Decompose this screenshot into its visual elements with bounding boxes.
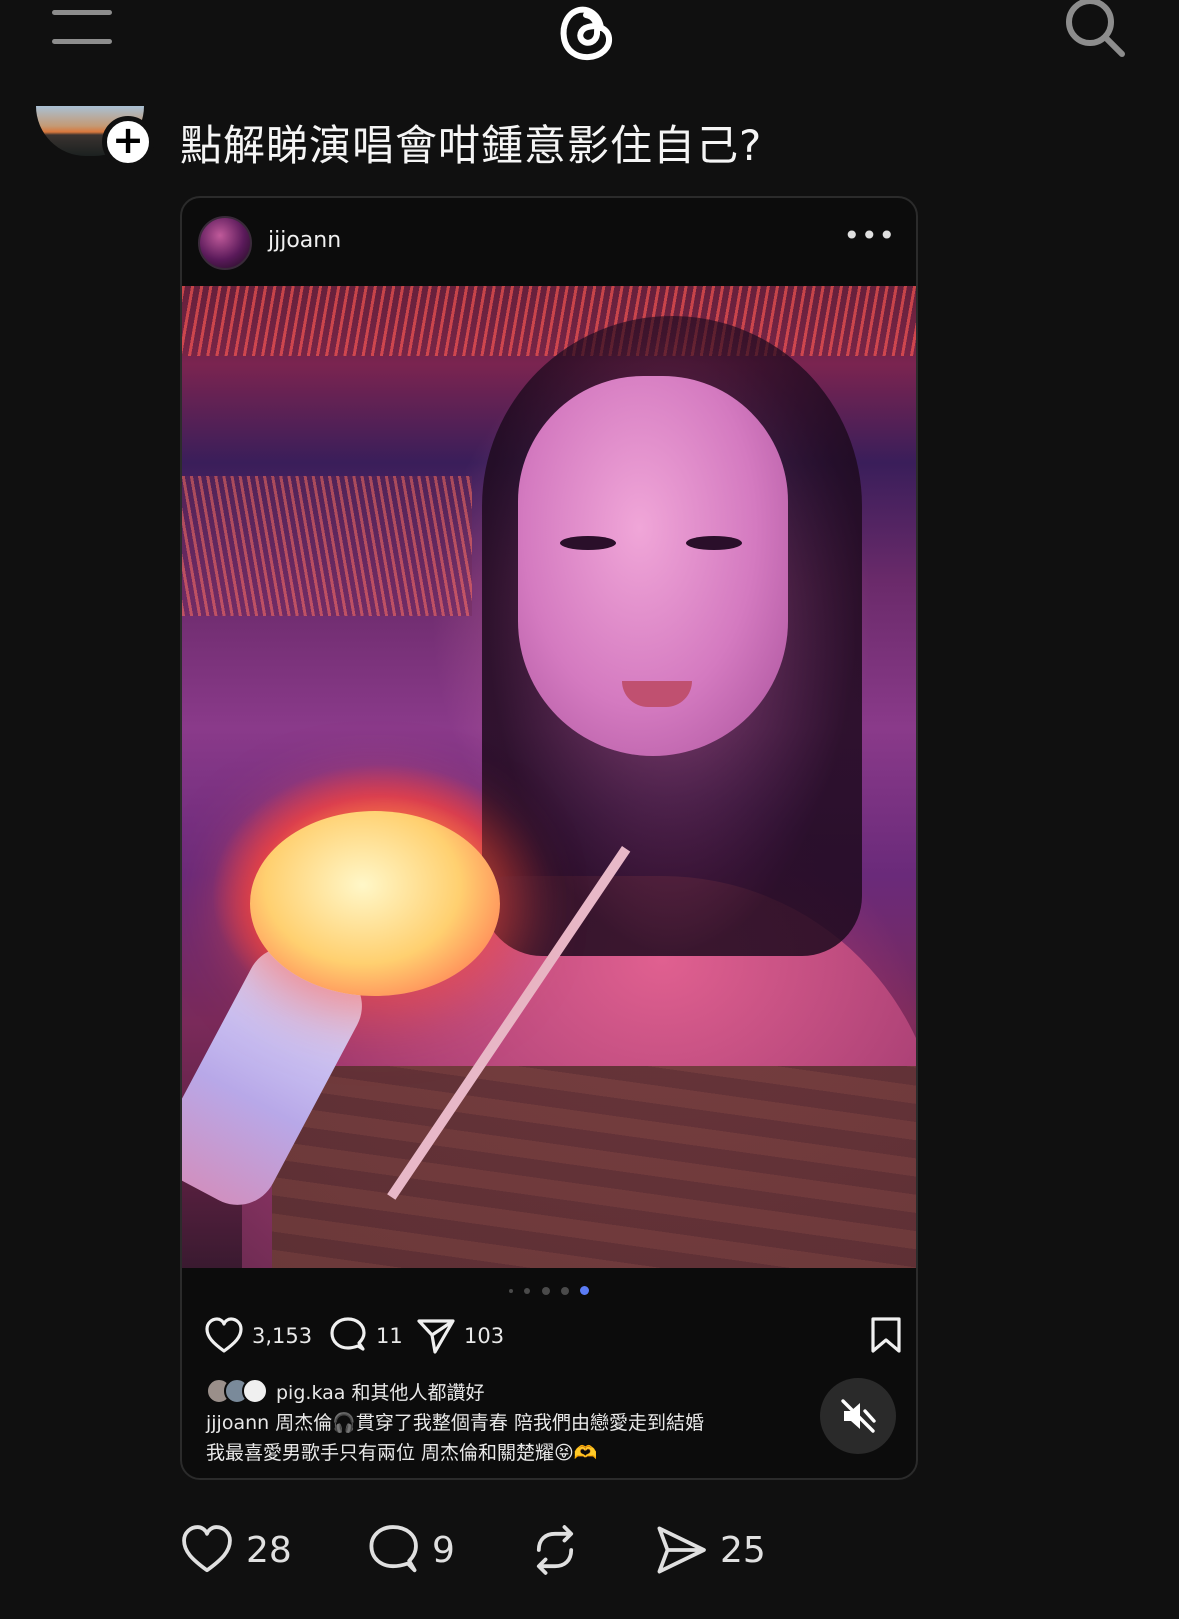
muted-speaker-icon — [841, 1399, 876, 1433]
embed-header: jjjoann ••• — [182, 198, 916, 286]
carousel-dot[interactable] — [524, 1287, 531, 1294]
lightstick-glow — [250, 811, 500, 996]
person-eye-left — [560, 536, 616, 550]
embed-comment-button[interactable]: 11 — [328, 1314, 403, 1358]
repost-button[interactable] — [528, 1520, 582, 1580]
caption-username[interactable]: jjjoann — [206, 1412, 269, 1434]
crowd-lights-left — [182, 476, 472, 616]
embed-comment-count: 11 — [376, 1324, 403, 1348]
person-dress — [272, 1066, 916, 1268]
carousel-dot[interactable] — [509, 1288, 514, 1293]
embedded-post-card[interactable]: jjjoann ••• 3,153 11 103 pig.kaa 和其他人都讚好… — [180, 196, 918, 1480]
liked-by-row[interactable]: pig.kaa 和其他人都讚好 — [206, 1376, 726, 1406]
embed-avatar[interactable] — [198, 216, 252, 270]
embed-share-count: 103 — [464, 1324, 505, 1348]
liked-by-user[interactable]: pig.kaa — [276, 1382, 345, 1404]
author-avatar-group[interactable]: + — [36, 106, 154, 168]
send-icon — [657, 1526, 706, 1574]
liked-by-text: pig.kaa 和其他人都讚好 — [276, 1378, 484, 1405]
post-text: 點解睇演唱會咁鍾意影住自己? — [180, 121, 763, 170]
heart-icon — [182, 1525, 232, 1573]
threads-logo-icon[interactable] — [552, 0, 622, 66]
search-icon[interactable] — [1064, 0, 1130, 58]
send-icon — [417, 1319, 455, 1354]
liked-by-suffix: 和其他人都讚好 — [351, 1381, 485, 1404]
embed-actions: 3,153 11 103 — [204, 1314, 904, 1358]
reply-button[interactable]: 9 — [366, 1520, 455, 1580]
share-button[interactable]: 25 — [654, 1520, 766, 1580]
follow-button[interactable]: + — [102, 116, 154, 168]
carousel-dot[interactable] — [560, 1286, 569, 1295]
like-count: 28 — [246, 1529, 292, 1571]
caption-text: 周杰倫🎧貫穿了我整個青春 陪我們由戀愛走到結婚 — [275, 1412, 704, 1434]
embed-like-count: 3,153 — [252, 1324, 313, 1348]
caption-line-2: 我最喜愛男歌手只有兩位 周杰倫和關楚耀😝🫶 — [206, 1442, 598, 1464]
like-button[interactable]: 28 — [180, 1520, 292, 1580]
heart-icon — [205, 1317, 243, 1353]
post-actions: 28 9 25 — [180, 1520, 980, 1580]
caption-line-1: jjjoann 周杰倫🎧貫穿了我整個青春 陪我們由戀愛走到結婚 — [206, 1408, 704, 1435]
person-eye-right — [686, 536, 742, 550]
bookmark-icon — [871, 1317, 901, 1353]
carousel-dot[interactable] — [541, 1286, 550, 1295]
embed-like-button[interactable]: 3,153 — [204, 1314, 312, 1358]
comment-icon — [330, 1317, 366, 1351]
comment-icon — [369, 1525, 418, 1573]
carousel-dot-active[interactable] — [579, 1286, 589, 1295]
share-count: 25 — [720, 1529, 766, 1571]
bookmark-button[interactable] — [868, 1316, 904, 1358]
top-bar — [0, 0, 1179, 80]
carousel-dots — [182, 1280, 916, 1295]
more-icon[interactable]: ••• — [843, 222, 896, 250]
avatar — [242, 1378, 268, 1404]
mute-button[interactable] — [820, 1378, 896, 1454]
embed-photo[interactable] — [182, 286, 916, 1268]
menu-icon[interactable] — [52, 10, 112, 44]
repost-icon — [536, 1525, 574, 1575]
reply-count: 9 — [432, 1529, 455, 1571]
crowd-lights-top — [182, 286, 916, 356]
embed-share-button[interactable]: 103 — [416, 1314, 504, 1358]
embed-username[interactable]: jjjoann — [268, 228, 341, 253]
